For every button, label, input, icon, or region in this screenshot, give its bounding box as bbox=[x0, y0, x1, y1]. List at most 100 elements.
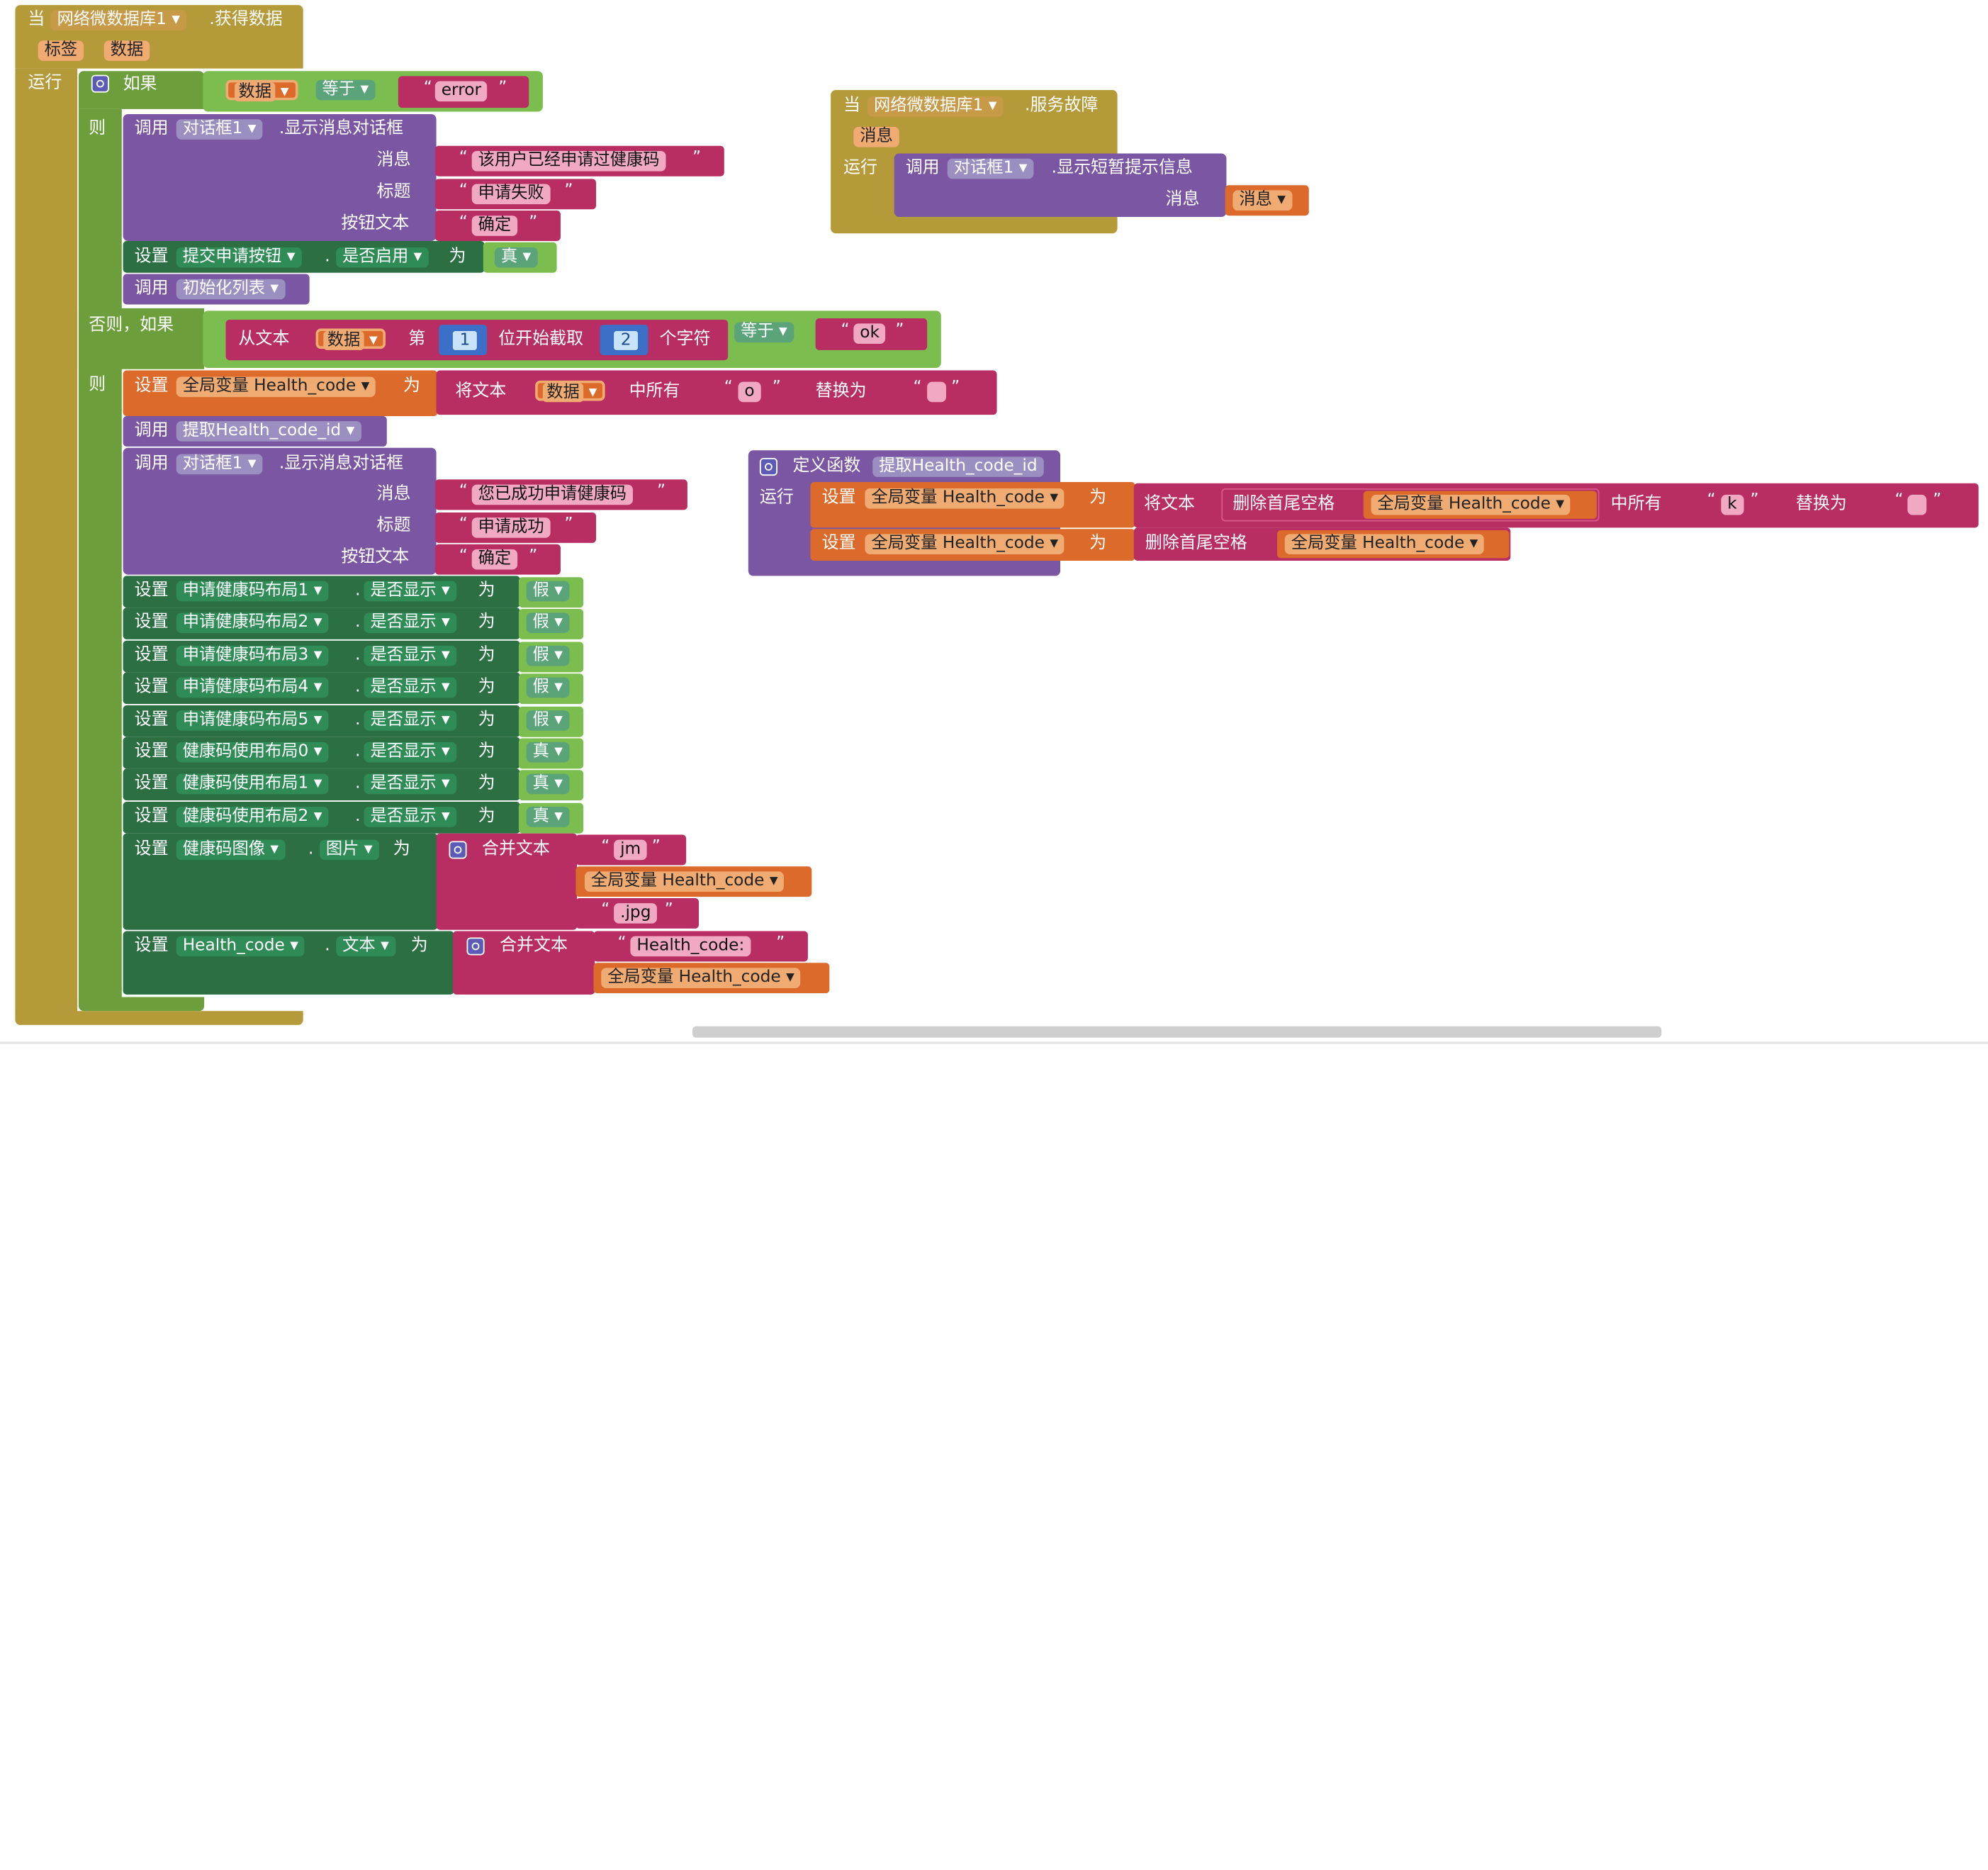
text-jpg[interactable]: .jpg bbox=[614, 903, 658, 924]
text-title1[interactable]: 申请失败 bbox=[471, 184, 551, 205]
bool-label: 假 bbox=[532, 677, 549, 697]
bool-dropdown[interactable]: 真 ▾ bbox=[526, 773, 569, 795]
prop-visible-dropdown[interactable]: 是否显示 ▾ bbox=[364, 612, 456, 633]
global-var-dropdown[interactable]: 全局变量 Health_code ▾ bbox=[584, 871, 785, 892]
submit-component-dropdown[interactable]: 提交申请按钮 ▾ bbox=[176, 247, 302, 268]
number-len[interactable]: 2 bbox=[612, 330, 639, 352]
quote-open-icon: “ bbox=[841, 320, 850, 340]
dialog-component-label: 对话框1 bbox=[182, 119, 243, 139]
text-jm[interactable]: jm bbox=[614, 839, 648, 861]
prop-visible-dropdown[interactable]: 是否显示 ▾ bbox=[364, 741, 456, 763]
dot-label: . bbox=[355, 807, 361, 826]
prop-visible-dropdown[interactable]: 是否显示 ▾ bbox=[364, 710, 456, 731]
layout-component-label: 申请健康码布局1 bbox=[182, 581, 309, 600]
prop-enabled-dropdown[interactable]: 是否启用 ▾ bbox=[336, 247, 429, 268]
join-mutator-gear-icon[interactable] bbox=[466, 937, 485, 956]
quote-close-icon: ” bbox=[664, 900, 673, 920]
global-var-dropdown[interactable]: 全局变量 Health_code ▾ bbox=[176, 376, 376, 398]
get-message-dropdown[interactable]: 消息 ▾ bbox=[1232, 190, 1292, 211]
label-component-label: Health_code bbox=[182, 936, 285, 956]
proc-extract-label: 提取Health_code_id bbox=[182, 421, 342, 440]
global-var-dropdown[interactable]: 全局变量 Health_code ▾ bbox=[601, 968, 801, 989]
text-btn1[interactable]: 确定 bbox=[471, 215, 518, 236]
proc-extract-dropdown[interactable]: 提取Health_code_id ▾ bbox=[176, 421, 361, 442]
set-keyword: 设置 bbox=[134, 839, 169, 859]
bool-true-dropdown[interactable]: 真 ▾ bbox=[494, 247, 538, 268]
start-suffix-label: 位开始截取 bbox=[498, 330, 584, 349]
get-data-dropdown[interactable]: 数据 ▾ bbox=[225, 79, 298, 102]
layout-component-dropdown[interactable]: 申请健康码布局4 ▾ bbox=[176, 677, 329, 698]
text-health-code-prefix[interactable]: Health_code: bbox=[630, 936, 751, 957]
number-start[interactable]: 1 bbox=[451, 330, 478, 352]
replace-with-label: 替换为 bbox=[815, 381, 867, 401]
get-data-label: 数据 bbox=[323, 331, 364, 350]
global-var-dropdown[interactable]: 全局变量 Health_code ▾ bbox=[865, 488, 1065, 509]
get-data-dropdown[interactable]: 数据 ▾ bbox=[315, 328, 386, 350]
if-mutator-gear-icon[interactable] bbox=[91, 74, 109, 93]
prop-visible-dropdown[interactable]: 是否显示 ▾ bbox=[364, 581, 456, 602]
param-message[interactable]: 消息 bbox=[853, 126, 899, 147]
layout-component-dropdown[interactable]: 申请健康码布局1 ▾ bbox=[176, 581, 329, 602]
text-msg1[interactable]: 该用户已经申请过健康码 bbox=[471, 150, 666, 172]
text-msg2[interactable]: 您已成功申请健康码 bbox=[471, 484, 633, 505]
param-tag[interactable]: 标签 bbox=[38, 40, 84, 61]
bool-dropdown[interactable]: 假 ▾ bbox=[526, 612, 569, 633]
layout-component-label: 健康码使用布局1 bbox=[182, 773, 309, 793]
text-ok[interactable]: ok bbox=[853, 323, 886, 344]
prop-text-dropdown[interactable]: 文本 ▾ bbox=[336, 936, 395, 957]
layout-component-dropdown[interactable]: 申请健康码布局2 ▾ bbox=[176, 612, 329, 633]
compare-op-dropdown[interactable]: 等于 ▾ bbox=[734, 322, 794, 343]
dot-label: . bbox=[308, 839, 314, 859]
layout-component-dropdown[interactable]: 申请健康码布局5 ▾ bbox=[176, 710, 329, 731]
get-data-dropdown[interactable]: 数据 ▾ bbox=[535, 380, 605, 403]
horizontal-scrollbar[interactable] bbox=[692, 1026, 1662, 1038]
blocks-workspace[interactable]: 当 网络微数据库1 ▾ .获得数据 标签 数据 运行 如果 则 数据 ▾ 等于 … bbox=[0, 0, 1988, 1870]
prop-visible-dropdown[interactable]: 是否显示 ▾ bbox=[364, 773, 456, 795]
event-component-dropdown[interactable]: 网络微数据库1 ▾ bbox=[867, 96, 1004, 117]
text-replacement-empty[interactable] bbox=[1907, 494, 1927, 515]
proc-init-dropdown[interactable]: 初始化列表 ▾ bbox=[176, 279, 286, 300]
image-component-dropdown[interactable]: 健康码图像 ▾ bbox=[176, 839, 286, 861]
bool-dropdown[interactable]: 假 ▾ bbox=[526, 645, 569, 666]
bool-dropdown[interactable]: 真 ▾ bbox=[526, 741, 569, 763]
layout-component-dropdown[interactable]: 健康码使用布局1 ▾ bbox=[176, 773, 329, 795]
event-component-dropdown[interactable]: 网络微数据库1 ▾ bbox=[50, 10, 186, 30]
dialog-component-dropdown[interactable]: 对话框1 ▾ bbox=[947, 158, 1034, 179]
text-error[interactable]: error bbox=[434, 81, 488, 102]
quote-close-icon: ” bbox=[1750, 491, 1759, 510]
layout-component-dropdown[interactable]: 申请健康码布局3 ▾ bbox=[176, 645, 329, 666]
layout-component-dropdown[interactable]: 健康码使用布局0 ▾ bbox=[176, 741, 329, 763]
text-replacement-empty[interactable] bbox=[927, 381, 946, 403]
dialog-component-dropdown[interactable]: 对话框1 ▾ bbox=[176, 119, 263, 140]
text-find-o[interactable]: o bbox=[738, 381, 761, 403]
procedure-mutator-gear-icon[interactable] bbox=[759, 458, 777, 476]
set-keyword: 设置 bbox=[134, 677, 169, 697]
set-keyword: 设置 bbox=[134, 376, 169, 396]
text-title2[interactable]: 申请成功 bbox=[471, 517, 551, 538]
len-suffix-label: 个字符 bbox=[659, 330, 711, 349]
procedure-name-field[interactable]: 提取Health_code_id bbox=[872, 457, 1044, 477]
join-mutator-gear-icon[interactable] bbox=[449, 841, 467, 859]
layout-component-dropdown[interactable]: 健康码使用布局2 ▾ bbox=[176, 807, 329, 827]
to-label: 为 bbox=[403, 376, 421, 396]
prop-visible-dropdown[interactable]: 是否显示 ▾ bbox=[364, 645, 456, 666]
dot-label: . bbox=[355, 645, 361, 665]
to-label: 为 bbox=[1089, 534, 1107, 554]
prop-picture-dropdown[interactable]: 图片 ▾ bbox=[319, 839, 379, 861]
bool-dropdown[interactable]: 假 ▾ bbox=[526, 581, 569, 602]
param-data[interactable]: 数据 bbox=[103, 40, 150, 61]
dialog-component-dropdown[interactable]: 对话框1 ▾ bbox=[176, 454, 263, 475]
global-var-dropdown[interactable]: 全局变量 Health_code ▾ bbox=[1284, 534, 1485, 555]
global-var-dropdown[interactable]: 全局变量 Health_code ▾ bbox=[1371, 494, 1571, 515]
text-btn2[interactable]: 确定 bbox=[471, 549, 518, 570]
text-find-k[interactable]: k bbox=[1721, 494, 1743, 515]
prop-visible-dropdown[interactable]: 是否显示 ▾ bbox=[364, 807, 456, 827]
prop-visible-dropdown[interactable]: 是否显示 ▾ bbox=[364, 677, 456, 698]
bool-dropdown[interactable]: 假 ▾ bbox=[526, 710, 569, 731]
bool-dropdown[interactable]: 假 ▾ bbox=[526, 677, 569, 698]
compare-op-dropdown[interactable]: 等于 ▾ bbox=[315, 79, 376, 101]
label-component-dropdown[interactable]: Health_code ▾ bbox=[176, 936, 305, 957]
bool-dropdown[interactable]: 真 ▾ bbox=[526, 807, 569, 827]
global-var-dropdown[interactable]: 全局变量 Health_code ▾ bbox=[865, 534, 1065, 555]
submit-component-label: 提交申请按钮 bbox=[182, 247, 282, 267]
